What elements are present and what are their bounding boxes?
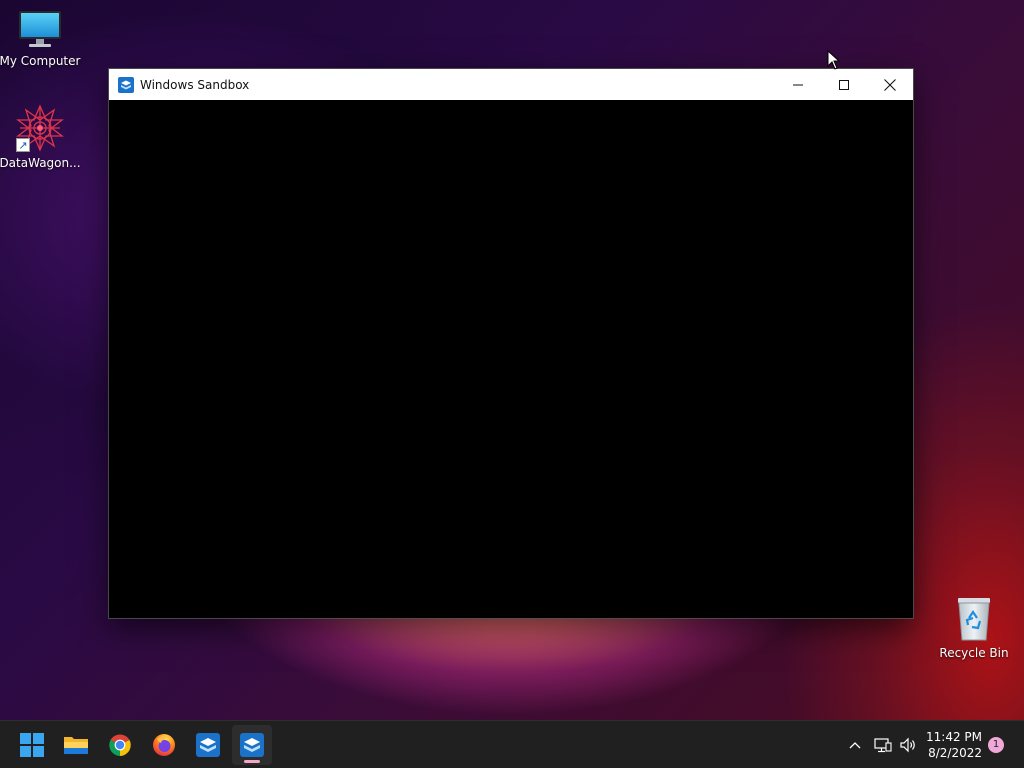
taskbar-clock[interactable]: 11:42 PM 8/2/2022 [922,729,982,761]
maximize-icon [839,79,849,90]
volume-button[interactable] [898,735,918,755]
monitor-icon [19,11,61,47]
windows-sandbox-window[interactable]: Windows Sandbox [109,69,913,618]
chrome-icon [109,734,131,756]
datawagon-desktop-icon[interactable]: ↗ DataWagon... [0,104,81,170]
datawagon-label: DataWagon... [0,156,81,170]
chevron-up-icon [849,742,861,749]
shortcut-arrow-icon: ↗ [16,138,30,152]
recycle-bin-icon [958,598,990,641]
taskbar-firefox[interactable] [144,725,184,765]
maximize-button[interactable] [821,69,867,100]
datawagon-icon: ↗ [16,104,64,152]
minimize-button[interactable] [775,69,821,100]
window-title: Windows Sandbox [140,77,250,92]
clock-time: 11:42 PM [926,730,982,744]
speaker-icon [900,737,915,753]
minimize-icon [793,84,803,85]
taskbar-chrome[interactable] [100,725,140,765]
my-computer-desktop-icon[interactable]: My Computer [0,10,80,68]
file-explorer-icon [64,737,88,754]
recycle-bin-label: Recycle Bin [939,646,1009,660]
windows-sandbox-icon [196,733,220,757]
my-computer-label: My Computer [0,54,81,68]
network-button[interactable] [873,735,893,755]
taskbar-windows-sandbox[interactable] [188,725,228,765]
taskbar-file-explorer[interactable] [56,725,96,765]
window-titlebar[interactable]: Windows Sandbox [109,69,913,100]
sandbox-content-area[interactable] [109,100,913,618]
notification-badge[interactable]: 1 [988,737,1004,753]
running-indicator [244,760,260,763]
windows-sandbox-icon [240,733,264,757]
clock-date: 8/2/2022 [928,746,982,760]
start-icon [20,733,44,757]
window-controls [775,69,913,100]
start-button[interactable] [12,725,52,765]
firefox-icon [153,734,175,756]
taskbar-windows-sandbox-active[interactable] [232,725,272,765]
close-icon [884,78,896,91]
network-icon [874,738,892,753]
recycle-bin-desktop-icon[interactable]: Recycle Bin [934,596,1014,660]
show-hidden-icons-button[interactable] [846,735,864,755]
close-button[interactable] [867,69,913,100]
windows-sandbox-icon [118,76,134,93]
mouse-cursor-icon [827,50,841,70]
taskbar: 11:42 PM 8/2/2022 1 [0,720,1024,768]
